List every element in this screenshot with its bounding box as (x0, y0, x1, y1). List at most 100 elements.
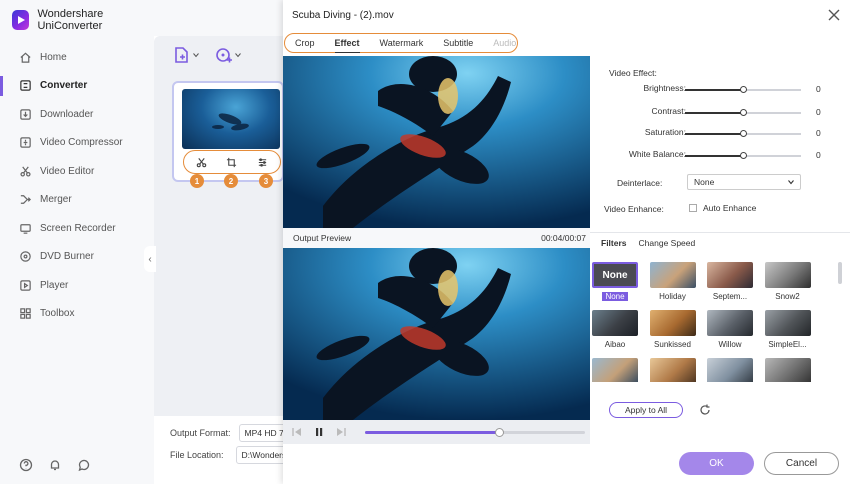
progress-knob[interactable] (495, 427, 505, 437)
brightness-slider[interactable] (685, 86, 801, 93)
feedback-icon[interactable] (77, 458, 91, 472)
video-thumbnail (182, 89, 280, 149)
chevron-down-icon (235, 53, 241, 58)
filter-name: Sunkissed (650, 340, 696, 349)
filter-item[interactable]: Snow2 (764, 262, 811, 306)
collapse-sidebar-button[interactable]: ‹ (144, 246, 156, 272)
sidebar-item-toolbox[interactable]: Toolbox (0, 300, 154, 329)
filter-item[interactable]: None None (592, 262, 638, 306)
filter-item[interactable] (649, 358, 696, 382)
step-badge-3: 3 (259, 174, 273, 188)
effects-list-icon[interactable] (257, 157, 268, 168)
sidebar: Wondershare UniConverter Home Converter … (0, 0, 154, 484)
sidebar-item-label: Video Editor (40, 165, 95, 177)
filter-name: Willow (707, 340, 753, 349)
slider-fill (685, 133, 743, 135)
crop-icon[interactable] (226, 157, 237, 168)
filter-name-text: Septem... (712, 292, 748, 301)
file-location-row: File Location: D:\Wondershare UniConvert… (170, 446, 296, 464)
filter-thumbnail (764, 310, 811, 336)
play-icon (20, 280, 31, 291)
player-controls (283, 420, 590, 444)
converter-main (154, 0, 284, 484)
filter-item[interactable]: Sunkissed (649, 310, 696, 354)
filter-item[interactable] (707, 358, 753, 382)
ok-button[interactable]: OK (679, 452, 754, 475)
slider-knob[interactable] (740, 152, 747, 159)
filter-item[interactable]: Aibao (592, 310, 638, 354)
filter-item[interactable]: Holiday (649, 262, 696, 306)
pause-icon[interactable] (313, 426, 325, 438)
contrast-slider[interactable] (685, 109, 801, 116)
playback-progress[interactable] (365, 427, 585, 437)
deinterlace-select[interactable]: None (687, 174, 801, 190)
tab-effect[interactable]: Effect (325, 35, 370, 53)
sidebar-item-dvd-burner[interactable]: DVD Burner (0, 243, 154, 272)
step-badge-2: 2 (224, 174, 238, 188)
slider-knob[interactable] (740, 86, 747, 93)
filter-thumbnail (707, 262, 753, 288)
trim-scissors-icon[interactable] (196, 157, 207, 168)
auto-enhance-checkbox[interactable]: Auto Enhance (689, 203, 756, 213)
close-button[interactable] (828, 9, 840, 21)
tab-watermark[interactable]: Watermark (370, 35, 434, 51)
diver-output-frame (283, 248, 590, 420)
filter-item[interactable] (764, 358, 811, 382)
filter-item[interactable] (592, 358, 638, 382)
filter-grid: None None Holiday Septem... Snow2 Aibao Sunkis… (590, 262, 830, 382)
saturation-row: Saturation: 0 (590, 127, 850, 141)
apply-to-all-button[interactable]: Apply to All (609, 402, 683, 418)
progress-fill (365, 430, 500, 434)
filter-tabs: Filters Change Speed (590, 232, 850, 252)
disc-icon (20, 251, 31, 262)
saturation-label: Saturation: (644, 127, 686, 137)
filter-scrollbar[interactable] (838, 262, 842, 284)
cancel-button[interactable]: Cancel (764, 452, 839, 475)
saturation-slider[interactable] (685, 130, 801, 137)
tab-change-speed[interactable]: Change Speed (639, 238, 704, 248)
previous-frame-icon[interactable] (291, 426, 303, 438)
bell-icon[interactable] (48, 458, 62, 472)
auto-enhance-label: Auto Enhance (703, 203, 757, 213)
saturation-value: 0 (816, 128, 821, 138)
download-icon (20, 109, 31, 120)
slider-knob[interactable] (740, 109, 747, 116)
help-icon[interactable] (19, 458, 33, 472)
slider-fill (685, 155, 743, 157)
checkbox-box[interactable] (689, 204, 697, 212)
sidebar-item-merger[interactable]: Merger (0, 186, 154, 215)
brightness-label: Brightness: (643, 83, 686, 93)
sidebar-item-home[interactable]: Home (0, 43, 154, 72)
contrast-label: Contrast: (651, 106, 687, 116)
sidebar-item-label: Screen Recorder (40, 222, 116, 234)
filter-item[interactable]: SimpleEl... (764, 310, 811, 354)
brightness-value: 0 (816, 84, 821, 94)
sidebar-item-screen-recorder[interactable]: Screen Recorder (0, 214, 154, 243)
slider-fill (685, 112, 743, 114)
filter-thumbnail (707, 310, 753, 336)
sidebar-item-label: Video Compressor (40, 137, 123, 149)
video-effect-label: Video Effect: (609, 68, 657, 78)
add-dvd-button[interactable] (215, 46, 241, 64)
scissors-icon (20, 166, 31, 177)
next-frame-icon[interactable] (335, 426, 347, 438)
filter-item[interactable]: Willow (707, 310, 753, 354)
sidebar-item-label: Player (40, 279, 69, 291)
sidebar-item-video-compressor[interactable]: Video Compressor (0, 129, 154, 158)
tab-crop[interactable]: Crop (285, 35, 325, 51)
white-balance-slider[interactable] (685, 152, 801, 159)
filter-item[interactable]: Septem... (707, 262, 753, 306)
add-file-button[interactable] (173, 46, 199, 64)
sidebar-item-converter[interactable]: Converter (0, 72, 154, 101)
reset-button[interactable] (698, 403, 712, 417)
filter-thumbnail (707, 358, 753, 382)
sidebar-item-player[interactable]: Player (0, 271, 154, 300)
sidebar-item-video-editor[interactable]: Video Editor (0, 157, 154, 186)
filter-name: Holiday (650, 292, 696, 301)
app-header: Wondershare UniConverter (12, 8, 154, 32)
tab-subtitle[interactable]: Subtitle (433, 35, 483, 51)
tab-filters[interactable]: Filters (601, 238, 635, 248)
slider-knob[interactable] (740, 130, 747, 137)
sidebar-item-downloader[interactable]: Downloader (0, 100, 154, 129)
contrast-value: 0 (816, 107, 821, 117)
